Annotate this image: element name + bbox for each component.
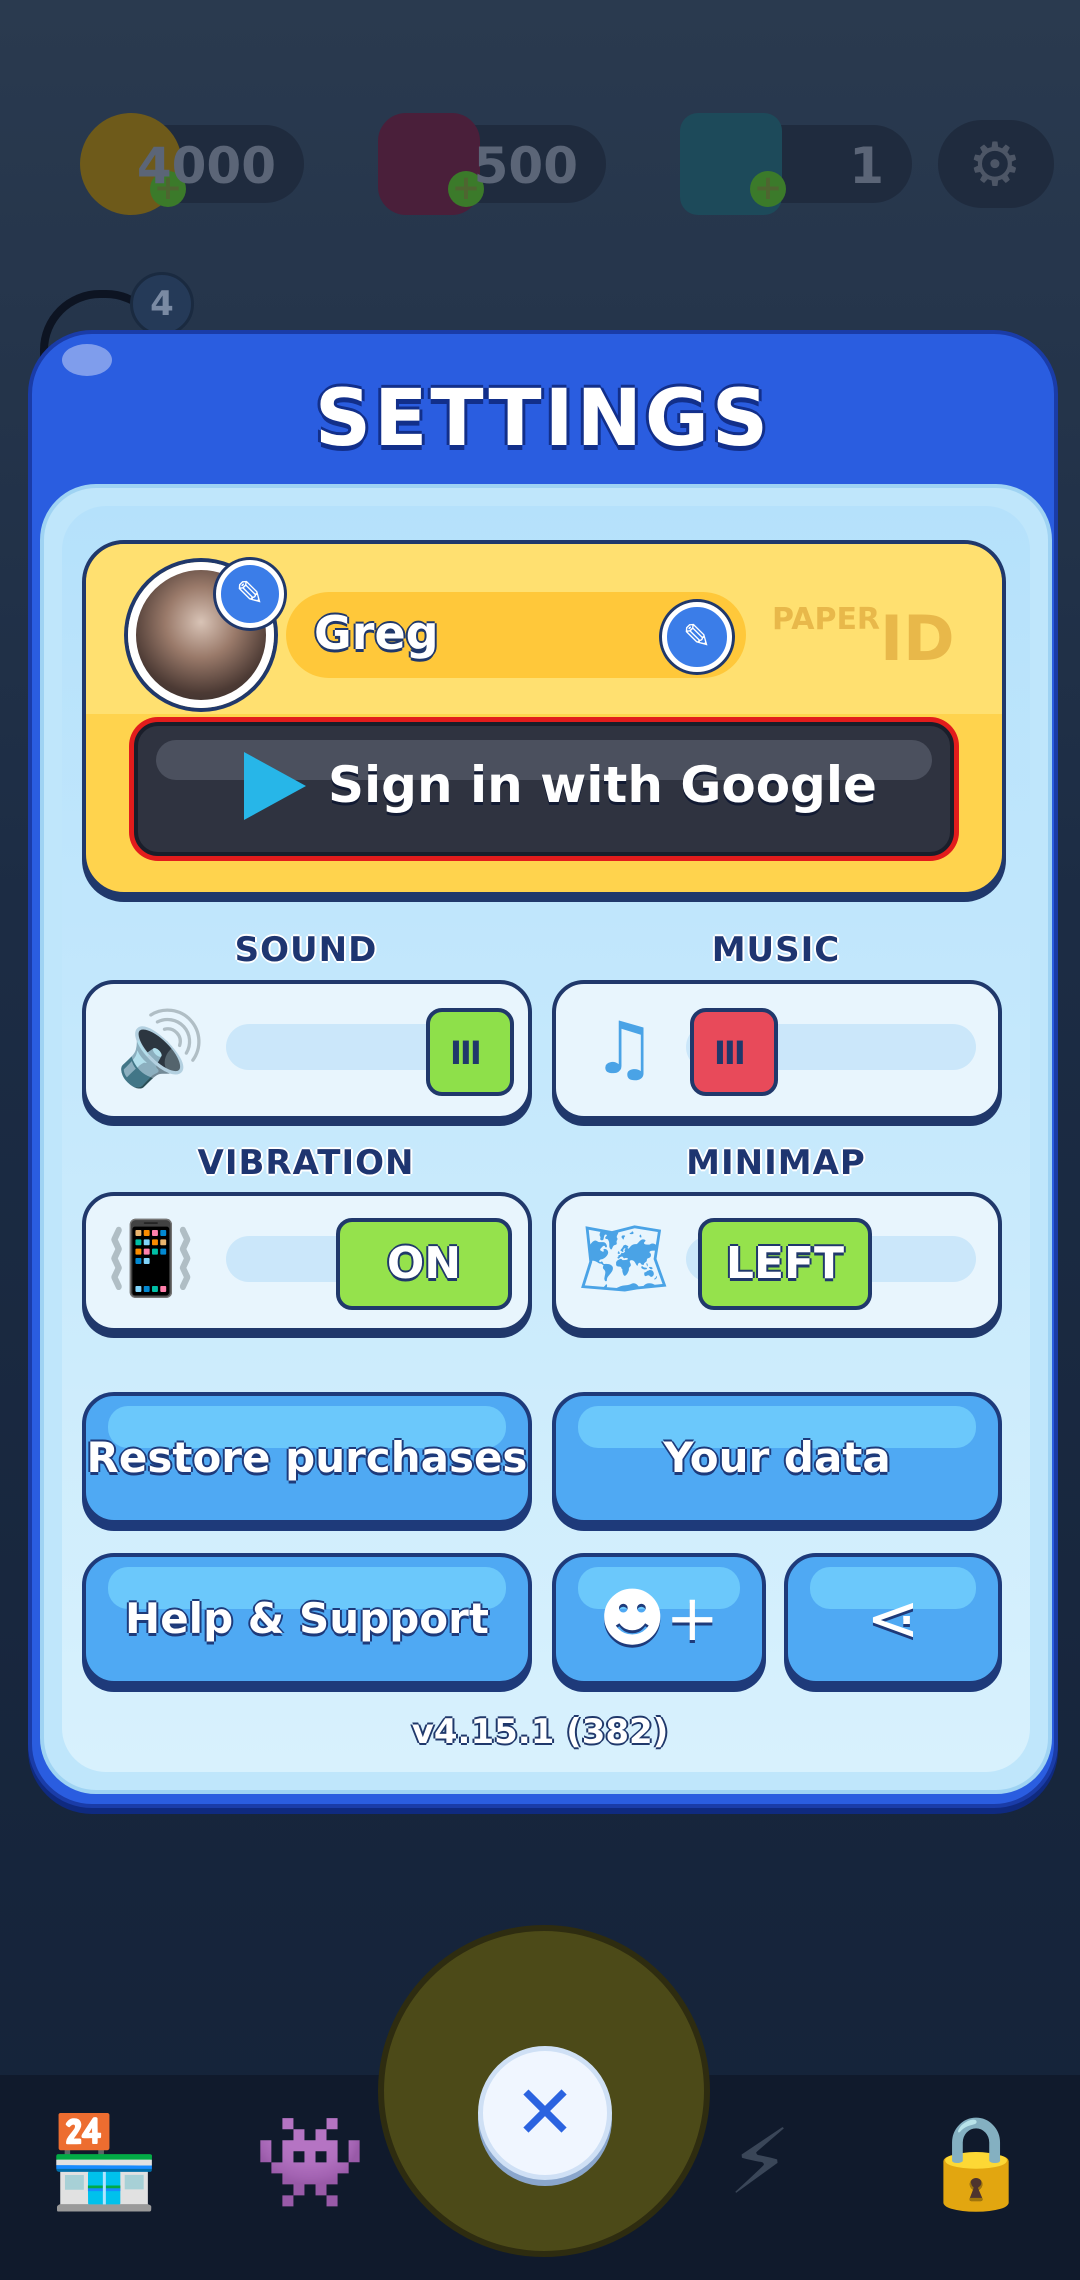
vibration-toggle-button[interactable]: ON	[336, 1218, 512, 1310]
notification-badge: 4	[130, 272, 194, 336]
gems-counter[interactable]: + 500	[378, 113, 606, 215]
music-slider-handle[interactable]: III	[690, 1008, 778, 1096]
music-label: MUSIC	[711, 930, 841, 970]
add-tickets-icon: +	[750, 171, 786, 207]
shop-icon: 🏪	[48, 2110, 161, 2215]
gear-icon: ⚙	[968, 130, 1022, 200]
modal-title: SETTINGS	[314, 374, 772, 464]
google-play-icon	[244, 752, 306, 820]
close-icon: ✕	[513, 2070, 576, 2156]
gems-value: 500	[473, 137, 578, 195]
lock-icon: 🔒	[920, 2110, 1033, 2215]
minimap-label: MINIMAP	[686, 1143, 866, 1183]
sound-slider-handle[interactable]: III	[426, 1008, 514, 1096]
modal-shine	[62, 344, 112, 376]
add-friend-icon: ☻+	[598, 1582, 720, 1656]
sign-in-google-label: Sign in with Google	[328, 756, 877, 814]
profile-card: ✎ Greg ✎ PAPERID Sign in with Google	[82, 540, 1006, 896]
avatar-edit-pencil-icon[interactable]: ✎	[216, 560, 284, 628]
music-note-icon: ♫	[592, 1006, 657, 1090]
tickets-value: 1	[849, 137, 884, 195]
sound-label: SOUND	[234, 930, 378, 970]
paper-id-logo: PAPERID	[772, 602, 955, 675]
name-field[interactable]: Greg ✎	[286, 592, 746, 678]
character-icon: 👾	[254, 2110, 367, 2215]
name-edit-pencil-icon[interactable]: ✎	[662, 602, 732, 672]
music-slider[interactable]: ♫ III	[552, 980, 1002, 1120]
coins-value: 4000	[136, 137, 276, 195]
share-button[interactable]: ⋖	[784, 1553, 1002, 1685]
version-label: v4.15.1 (382)	[411, 1712, 669, 1752]
sound-slider[interactable]: 🔊 III	[82, 980, 532, 1120]
help-support-button[interactable]: Help & Support	[82, 1553, 532, 1685]
coins-counter[interactable]: + 4000	[80, 113, 304, 215]
vibration-phone-icon: 📳	[106, 1216, 196, 1300]
sign-in-google-button[interactable]: Sign in with Google	[134, 722, 954, 856]
share-icon: ⋖	[866, 1582, 920, 1656]
vibration-label: VIBRATION	[197, 1143, 415, 1183]
tickets-counter[interactable]: + 1	[680, 113, 912, 215]
restore-purchases-button[interactable]: Restore purchases	[82, 1392, 532, 1524]
map-icon: 🗺	[578, 1216, 670, 1300]
lightning-icon: ⚡	[728, 2110, 792, 2215]
minimap-toggle[interactable]: 🗺 LEFT	[552, 1192, 1002, 1332]
your-data-button[interactable]: Your data	[552, 1392, 1002, 1524]
player-name: Greg	[314, 606, 439, 660]
minimap-toggle-button[interactable]: LEFT	[698, 1218, 872, 1310]
add-friend-button[interactable]: ☻+	[552, 1553, 766, 1685]
speaker-icon: 🔊	[116, 1006, 206, 1090]
settings-button[interactable]: ⚙	[938, 120, 1054, 208]
close-button[interactable]: ✕	[478, 2046, 612, 2180]
vibration-toggle[interactable]: 📳 ON	[82, 1192, 532, 1332]
